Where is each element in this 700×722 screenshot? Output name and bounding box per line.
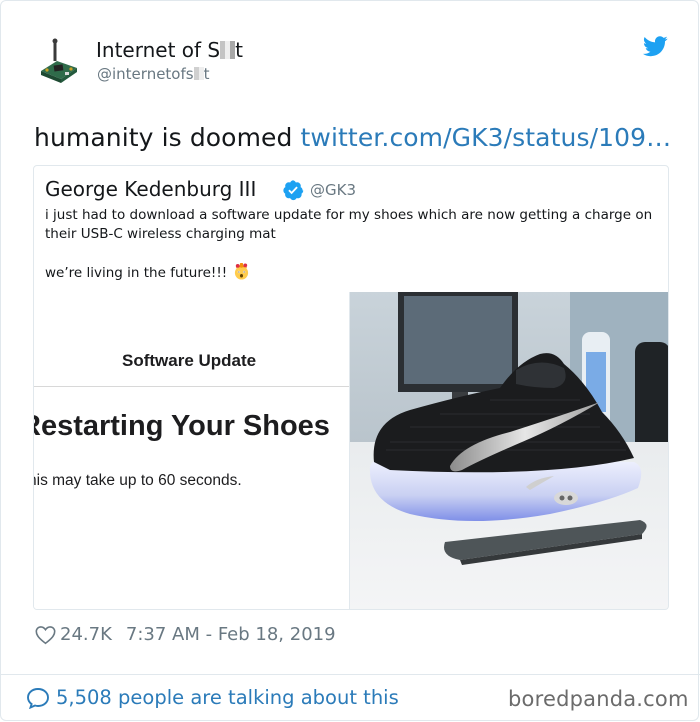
censor-pixelation: [220, 41, 236, 59]
tweet-timestamp[interactable]: 7:37 AM - Feb 18, 2019: [126, 622, 336, 648]
embedded-tweet-card: Internet of S t @internetofs t humanity is…: [0, 0, 700, 721]
author-name[interactable]: Internet of S t: [96, 36, 243, 64]
twitter-bird-icon[interactable]: [643, 36, 668, 57]
quoted-tweet[interactable]: George Kedenburg III @GK3 i just had to …: [33, 165, 669, 610]
update-divider: [34, 386, 349, 387]
software-update-image[interactable]: Software Update Restarting Your Shoes hi…: [34, 292, 350, 609]
author-name-suffix: t: [235, 38, 243, 62]
update-subtext: his may take up to 60 seconds.: [34, 472, 242, 489]
tweet-body: humanity is doomed: [34, 123, 293, 152]
update-title: Software Update: [122, 351, 257, 370]
author-name-prefix: Internet of S: [96, 38, 221, 62]
talking-count-text: 5,508 people are talking about this: [56, 686, 399, 709]
quoted-author-name[interactable]: George Kedenburg III: [45, 175, 256, 203]
boredpanda-watermark: boredpanda.com: [508, 687, 689, 711]
like-count[interactable]: 24.7K: [60, 622, 112, 648]
quoted-text-line2: we’re living in the future!!!: [45, 265, 228, 281]
footer-divider: [1, 674, 700, 675]
shoe-photo[interactable]: [350, 292, 668, 609]
censor-pixelation: [193, 67, 204, 80]
tweet-link[interactable]: twitter.com/GK3/status/109…: [301, 123, 672, 152]
author-avatar[interactable]: [31, 35, 87, 91]
quoted-text-line: i just had to download a software update…: [45, 207, 653, 242]
exploding-head-emoji-icon: [235, 263, 249, 280]
quoted-text-line: we’re living in the future!!!: [45, 263, 665, 283]
heart-icon[interactable]: [35, 625, 56, 645]
tweet-meta: 24.7K 7:37 AM - Feb 18, 2019: [35, 622, 336, 648]
speech-bubble-icon: [27, 688, 49, 709]
verified-badge-icon: [283, 180, 304, 201]
sneaker-on-charging-mat-image: [350, 292, 668, 609]
update-heading: Restarting Your Shoes: [34, 410, 330, 442]
tweet-text: humanity is doomed twitter.com/GK3/statu…: [34, 121, 671, 155]
conversation-link[interactable]: 5,508 people are talking about this: [26, 685, 399, 711]
quoted-author-handle[interactable]: @GK3: [310, 180, 356, 200]
author-handle[interactable]: @internetofs t: [97, 63, 209, 85]
quoted-tweet-text: i just had to download a software update…: [45, 206, 665, 283]
author-handle-suffix: t: [203, 65, 210, 83]
author-handle-prefix: @internetofs: [97, 65, 194, 83]
